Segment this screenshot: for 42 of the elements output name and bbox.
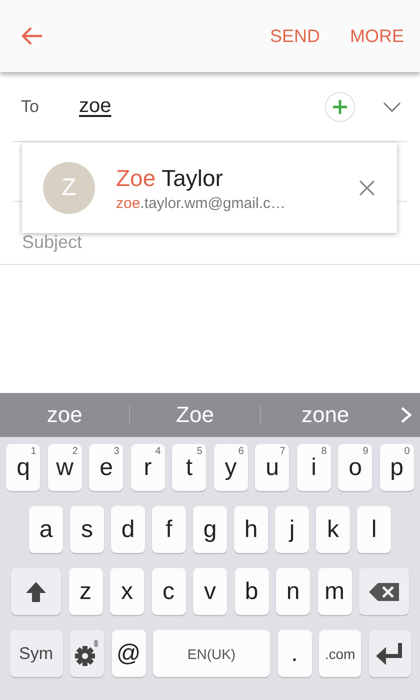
key[interactable]: a [29,506,63,553]
plus-icon [332,98,348,114]
key[interactable]: h [234,506,268,553]
key[interactable]: g [193,506,227,553]
close-icon[interactable] [359,180,375,196]
avatar: Z [43,162,95,214]
back-arrow-icon [20,26,44,46]
contact-name: Zoe Taylor [116,164,224,192]
recipient-field[interactable]: zoe [79,95,112,118]
enter-arrow-icon [376,642,404,666]
key[interactable]: . [278,630,312,677]
chevron-down-icon[interactable] [383,102,401,112]
key[interactable]: k [316,506,350,553]
sym-key[interactable]: Sym [10,630,62,677]
shift-key[interactable] [11,568,61,615]
domain-key[interactable]: .com [319,630,361,677]
key[interactable]: x [110,568,144,615]
key[interactable]: s [70,506,104,553]
contact-suggestion-menu[interactable]: Z Zoe Taylor zoe.taylor.wm@gmail.c… [22,143,397,233]
key[interactable]: m [318,568,352,615]
key[interactable]: n [276,568,310,615]
key[interactable]: j [275,506,309,553]
backspace-icon [369,582,399,600]
key[interactable]: f [152,506,186,553]
to-label: To [21,96,40,116]
key[interactable]: @ [112,630,146,677]
key[interactable]: l [357,506,391,553]
settings-key[interactable] [70,630,104,677]
key[interactable]: c [152,568,186,615]
shift-arrow-icon [25,580,47,602]
key[interactable]: b [234,568,268,615]
chevron-right-icon[interactable] [400,406,412,424]
key[interactable]: v [193,568,227,615]
key[interactable]: d [111,506,145,553]
contact-email: zoe.taylor.wm@gmail.c… [116,194,286,212]
back-button[interactable] [20,26,44,46]
space-key[interactable]: EN(UK) [153,630,270,677]
enter-key[interactable] [368,630,410,677]
backspace-key[interactable] [359,568,409,615]
key[interactable]: z [68,568,102,615]
add-contact-button[interactable] [325,92,355,122]
gear-icon [74,640,100,668]
